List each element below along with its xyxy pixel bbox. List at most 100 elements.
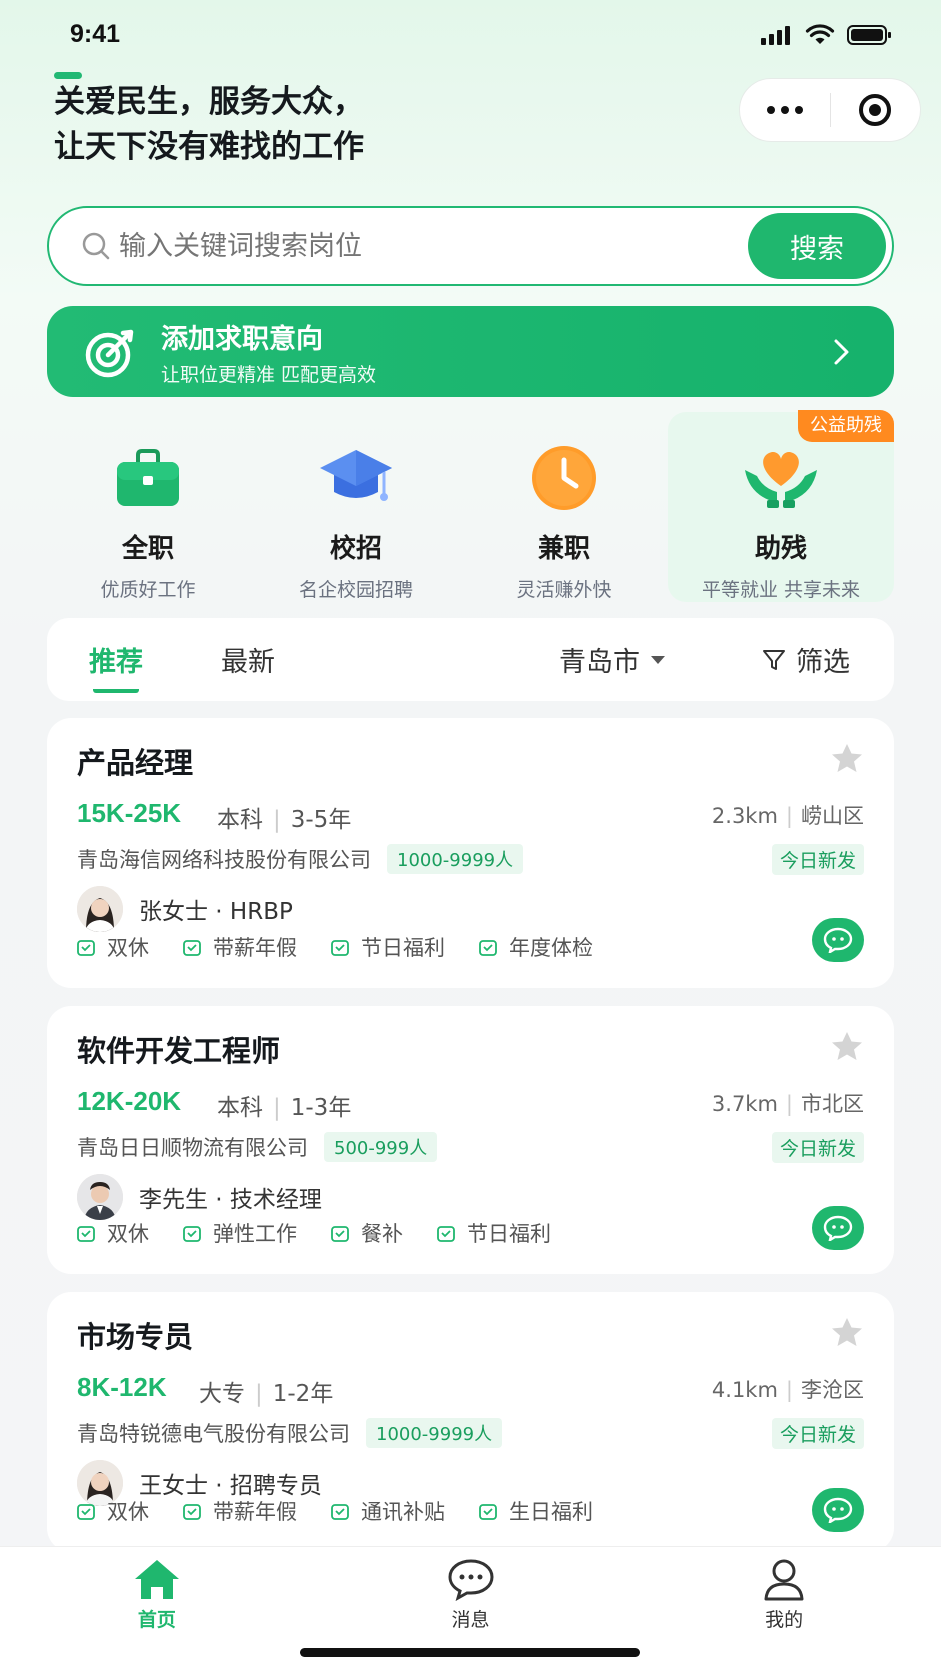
perk-tag: 双休 [77, 1218, 149, 1248]
filter-label: 筛选 [796, 647, 850, 678]
category-parttime[interactable]: 兼职 灵活赚外快 [455, 412, 673, 602]
tab-recommend[interactable]: 推荐 [89, 640, 143, 679]
chat-button[interactable] [812, 1488, 864, 1532]
graduation-cap-icon [320, 450, 392, 501]
target-icon [859, 94, 892, 126]
perk-check-icon [183, 1226, 201, 1242]
perk-tag: 双休 [77, 1496, 149, 1526]
job-district: 市北区 [801, 1092, 864, 1116]
star-icon[interactable] [830, 742, 864, 774]
perk-tag: 带薪年假 [183, 1496, 297, 1526]
job-location: 4.1km | 李沧区 [711, 1378, 864, 1402]
category-campus[interactable]: 校招 名企校园招聘 [247, 412, 465, 602]
perk-check-icon [183, 1504, 201, 1520]
perk-label: 双休 [107, 936, 149, 960]
category-name: 全职 [121, 534, 174, 564]
perk-tag: 节日福利 [331, 932, 445, 962]
search-bar: 搜索 [47, 206, 894, 286]
company-size-tag: 500-999人 [324, 1132, 438, 1162]
perks-list: 双休 弹性工作 餐补 节日福利 [77, 1218, 585, 1248]
more-dots-icon [766, 106, 803, 114]
company-name: 青岛特锐德电气股份有限公司 [77, 1422, 350, 1446]
search-button[interactable]: 搜索 [748, 213, 886, 279]
more-button[interactable] [740, 79, 830, 141]
perk-check-icon [331, 1226, 349, 1242]
nav-profile-label: 我的 [765, 1609, 804, 1631]
perk-check-icon [77, 940, 95, 956]
job-salary: 12K-20K [77, 1086, 182, 1116]
category-name: 助残 [754, 534, 807, 564]
wifi-icon [805, 24, 835, 44]
perk-tag: 餐补 [331, 1218, 403, 1248]
category-disability-assist[interactable]: 公益助残 助残 平等就业 共享未来 [668, 410, 894, 602]
chat-bubble-icon [823, 1215, 853, 1241]
miniprogram-capsule [739, 78, 921, 142]
message-icon [447, 1559, 494, 1601]
company-size-tag: 1000-9999人 [387, 844, 524, 874]
chat-bubble-icon [823, 1497, 853, 1523]
slogan-mark [54, 72, 82, 79]
perks-list: 双休 带薪年假 通讯补贴 生日福利 [77, 1496, 627, 1526]
company-row: 青岛特锐德电气股份有限公司 1000-9999人 [77, 1418, 503, 1448]
perk-check-icon [331, 1504, 349, 1520]
perk-label: 年度体检 [509, 936, 593, 960]
job-location: 3.7km | 市北区 [711, 1092, 864, 1116]
job-card[interactable]: 市场专员 8K-12K 大专 | 1-2年 4.1km | 李沧区 青岛特锐德电气股份有… [47, 1292, 894, 1552]
home-indicator [300, 1648, 640, 1657]
slogan-line-2: 让天下没有难找的工作 [54, 129, 364, 165]
perk-label: 生日福利 [509, 1500, 593, 1524]
search-icon [82, 232, 110, 260]
new-today-tag: 今日新发 [771, 1132, 864, 1163]
job-district: 李沧区 [801, 1378, 864, 1402]
company-name: 青岛日日顺物流有限公司 [77, 1136, 308, 1160]
tab-latest[interactable]: 最新 [221, 640, 275, 679]
perk-tag: 双休 [77, 932, 149, 962]
briefcase-icon [117, 449, 179, 506]
new-today-tag: 今日新发 [771, 1418, 864, 1449]
nav-profile[interactable]: 我的 [627, 1547, 941, 1672]
city-label: 青岛市 [559, 647, 640, 678]
perk-check-icon [77, 1226, 95, 1242]
category-desc: 灵活赚外快 [516, 579, 612, 601]
nav-home[interactable]: 首页 [0, 1547, 314, 1672]
perk-label: 餐补 [361, 1222, 403, 1246]
company-row: 青岛海信网络科技股份有限公司 1000-9999人 [77, 844, 524, 874]
job-distance: 4.1km [711, 1378, 778, 1402]
job-requirements: 本科 | 3-5年 [217, 807, 352, 833]
job-title: 软件开发工程师 [77, 1034, 281, 1068]
job-distance: 3.7km [711, 1092, 778, 1116]
chat-button[interactable] [812, 918, 864, 962]
category-desc: 名企校园招聘 [298, 579, 413, 601]
add-job-intent-banner[interactable]: 添加求职意向 让职位更精准 匹配更高效 [47, 306, 894, 397]
perk-check-icon [77, 1504, 95, 1520]
recruiter-name: 王女士 · 招聘专员 [139, 1473, 322, 1499]
close-miniprogram-button[interactable] [831, 79, 921, 141]
job-card[interactable]: 产品经理 15K-25K 本科 | 3-5年 2.3km | 崂山区 青岛海信网络科技股… [47, 718, 894, 988]
category-name: 校招 [329, 534, 382, 564]
job-education: 本科 [217, 807, 263, 833]
perk-label: 弹性工作 [213, 1222, 297, 1246]
job-education: 大专 [199, 1381, 245, 1407]
job-requirements: 本科 | 1-3年 [217, 1095, 352, 1121]
recruiter-row: 李先生 · 技术经理 [77, 1174, 322, 1220]
user-icon [764, 1559, 804, 1601]
chat-button[interactable] [812, 1206, 864, 1250]
city-select[interactable]: 青岛市 [559, 640, 666, 679]
category-fulltime[interactable]: 全职 优质好工作 [39, 412, 257, 602]
charity-badge: 公益助残 [798, 410, 894, 442]
star-icon[interactable] [830, 1316, 864, 1348]
clock-icon [532, 446, 596, 510]
perk-check-icon [479, 1504, 497, 1520]
search-input[interactable] [119, 230, 748, 262]
perk-check-icon [437, 1226, 455, 1242]
job-card[interactable]: 软件开发工程师 12K-20K 本科 | 1-3年 3.7km | 市北区 青岛日日顺物… [47, 1006, 894, 1274]
category-desc: 优质好工作 [100, 579, 196, 601]
perk-tag: 带薪年假 [183, 932, 297, 962]
perk-label: 通讯补贴 [361, 1500, 445, 1524]
job-location: 2.3km | 崂山区 [711, 804, 864, 828]
perk-tag: 弹性工作 [183, 1218, 297, 1248]
filter-tab-bar: 推荐 最新 青岛市 筛选 [47, 618, 894, 701]
filter-button[interactable]: 筛选 [762, 640, 850, 679]
star-icon[interactable] [830, 1030, 864, 1062]
job-experience: 1-3年 [290, 1095, 352, 1121]
